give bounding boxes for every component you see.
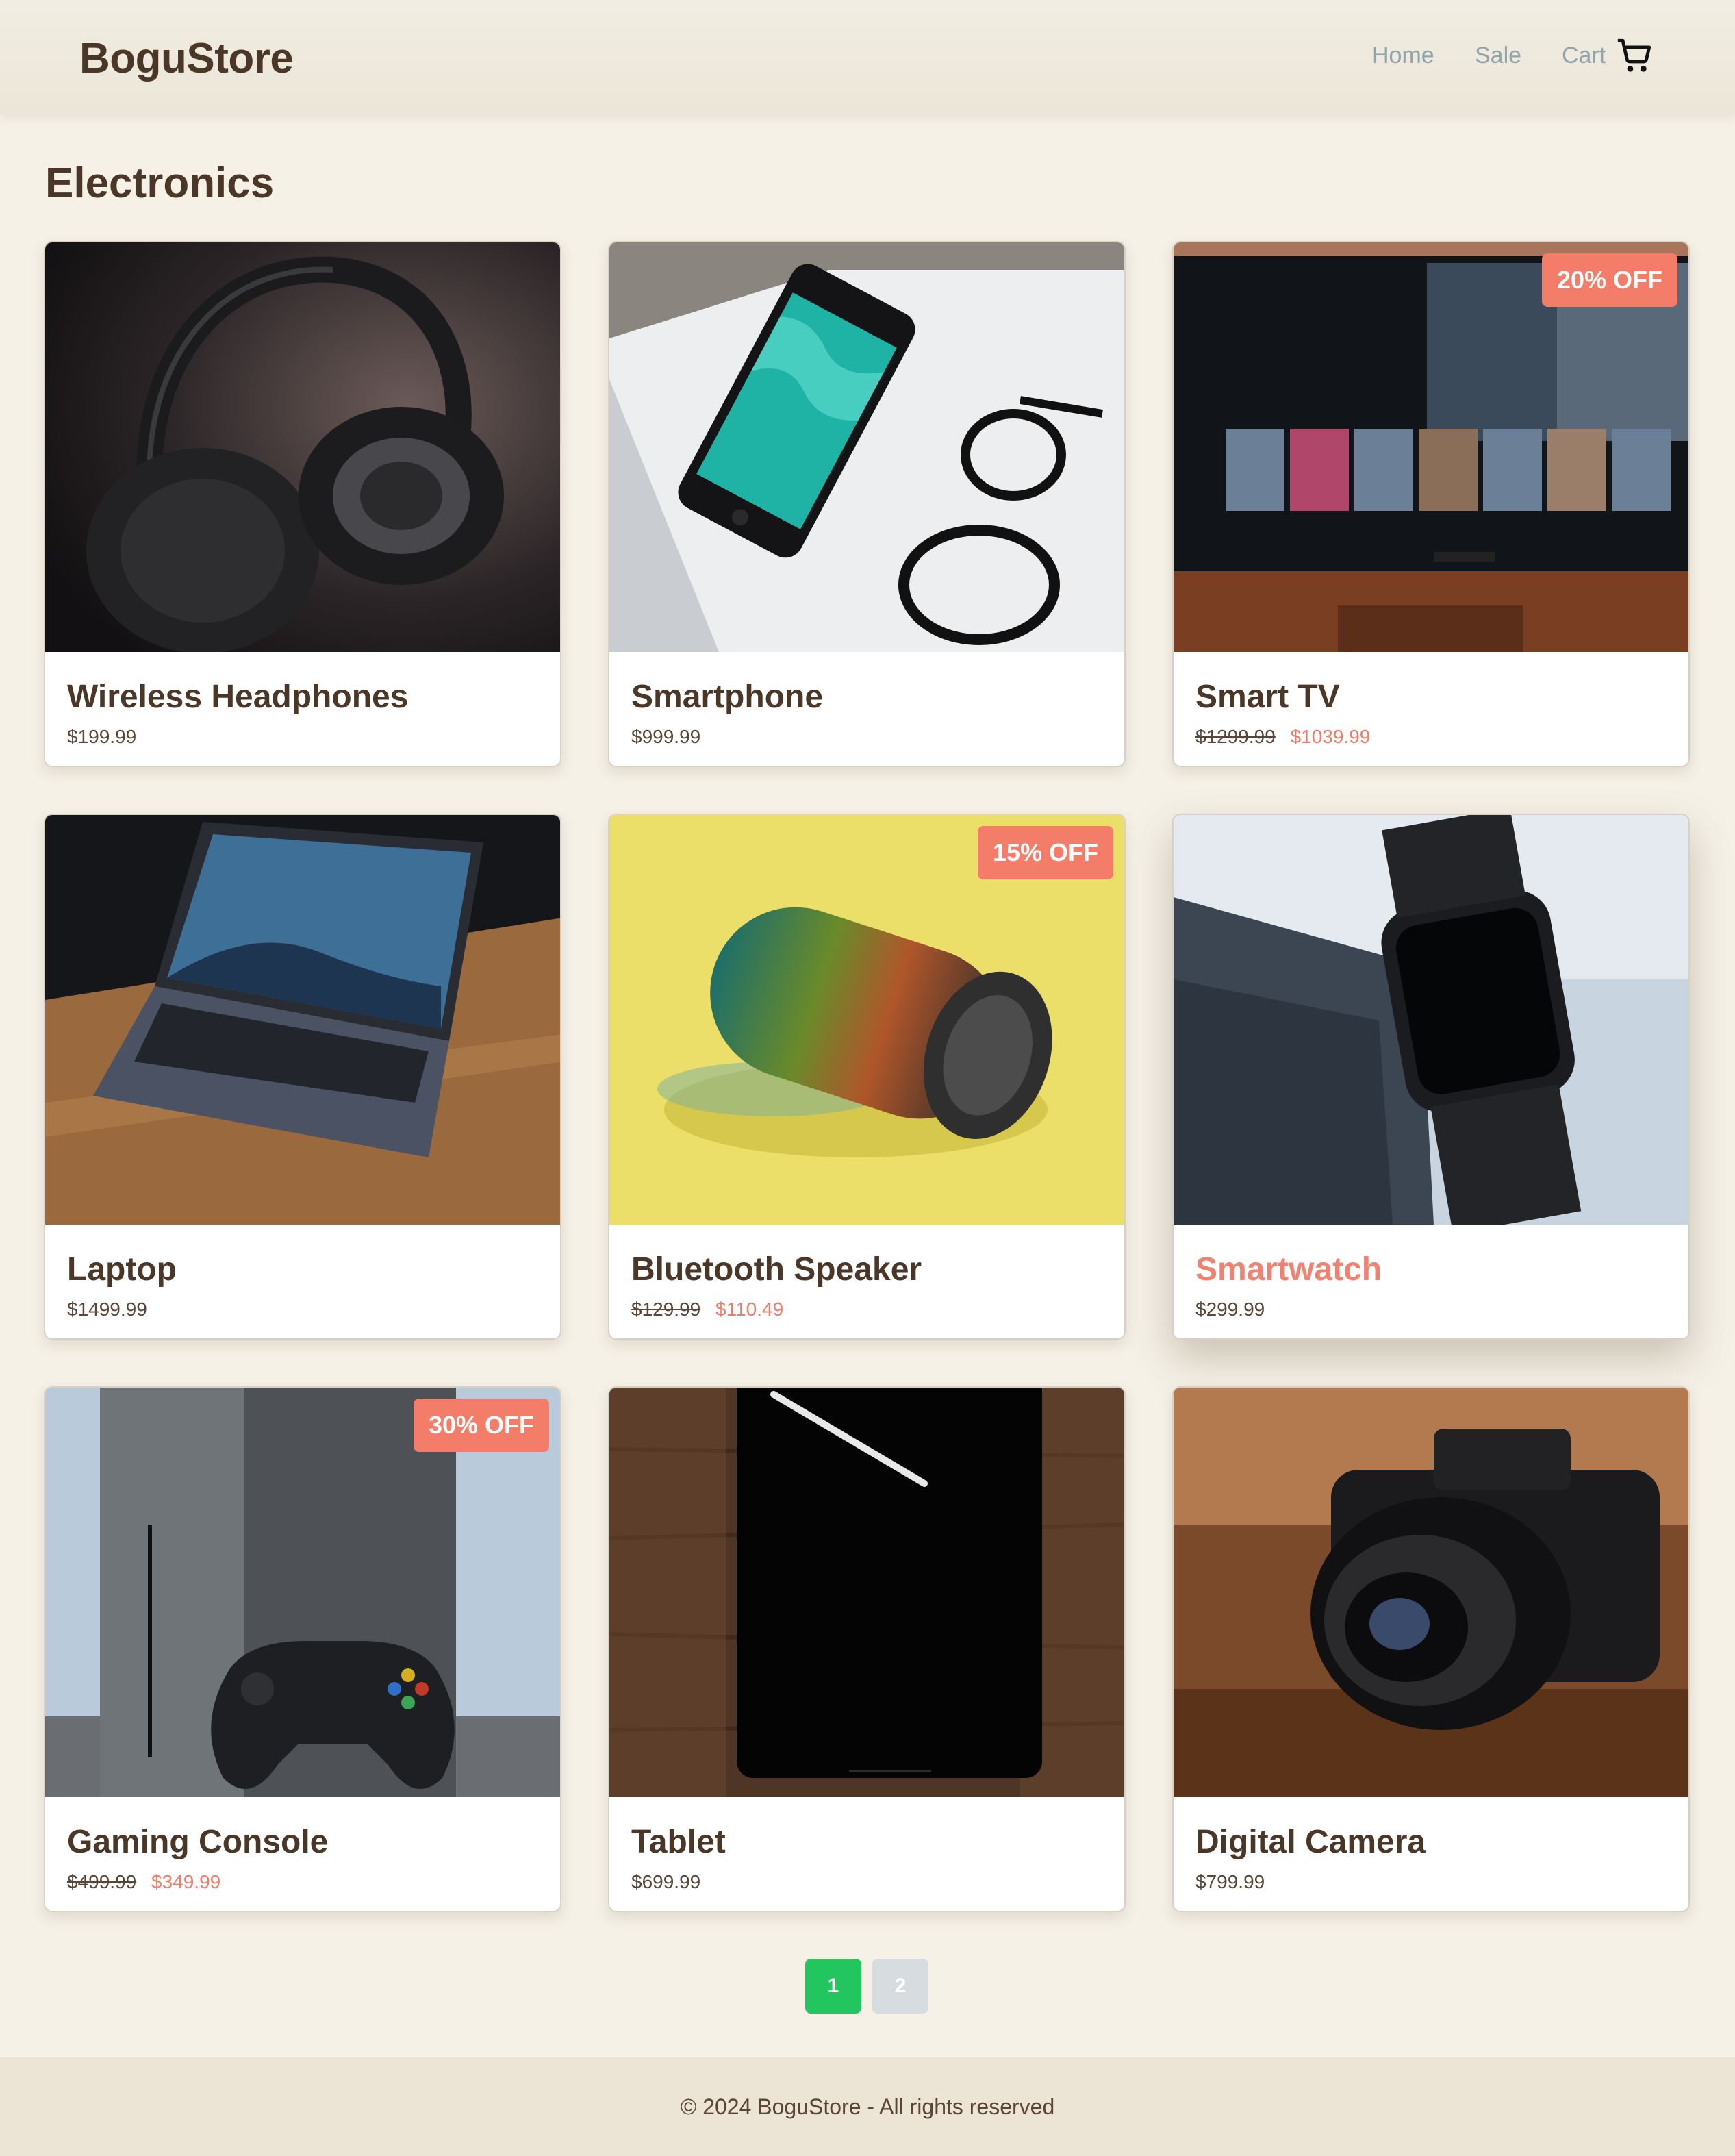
price-row: $699.99 [631,1871,700,1893]
price-row: $799.99 [1195,1871,1265,1893]
product-image-smartwatch[interactable] [1174,815,1688,1225]
product-card-digital-camera[interactable]: Digital Camera $799.99 [1172,1386,1690,1912]
page-title: Electronics [45,160,275,207]
price-row: $129.99 $110.49 [631,1299,783,1320]
price-row: $299.99 [1195,1299,1265,1320]
product-card-smartphone[interactable]: Smartphone $999.99 [608,241,1126,767]
price-row: $1499.99 [67,1299,147,1320]
original-price: $1299.99 [1195,726,1276,747]
original-price: $499.99 [67,1871,137,1892]
product-image-headphones[interactable] [45,242,560,652]
product-name[interactable]: Bluetooth Speaker [631,1251,922,1288]
logo[interactable]: BoguStore [79,34,294,83]
sale-price: $349.99 [151,1871,221,1892]
product-card-smart-tv[interactable]: 20% OFF Smart TV $1299.99 $1039.99 [1172,241,1690,767]
product-image-tablet[interactable] [609,1388,1124,1797]
pagination-page-1[interactable]: 1 [805,1959,861,2014]
sale-price: $1039.99 [1290,726,1371,747]
price-row: $1299.99 $1039.99 [1195,726,1370,748]
product-card-bluetooth-speaker[interactable]: 15% OFF Bluetooth Speaker $129.99 $110.4… [608,814,1126,1340]
nav-cart-link[interactable]: Cart [1562,42,1606,69]
pagination-page-2[interactable]: 2 [872,1959,928,2014]
product-card-smartwatch[interactable]: Smartwatch $299.99 [1172,814,1690,1340]
shopping-cart-icon[interactable] [1614,36,1654,75]
product-image-digital-camera[interactable] [1174,1388,1688,1797]
sale-price: $110.49 [715,1299,784,1320]
discount-badge: 15% OFF [977,826,1113,879]
product-price: $199.99 [67,726,137,747]
product-name[interactable]: Laptop [67,1251,177,1288]
price-row: $999.99 [631,726,700,748]
product-price: $299.99 [1195,1299,1265,1320]
product-name[interactable]: Gaming Console [67,1823,328,1861]
original-price: $129.99 [631,1299,701,1320]
nav-sale-link[interactable]: Sale [1475,42,1521,69]
product-name[interactable]: Smartwatch [1195,1251,1382,1288]
product-image-smartphone[interactable] [609,242,1124,652]
site-header: BoguStore Home Sale Cart [0,0,1735,115]
product-name[interactable]: Smart TV [1195,678,1340,716]
product-card-wireless-headphones[interactable]: Wireless Headphones $199.99 [44,241,561,767]
price-row: $499.99 $349.99 [67,1871,220,1893]
product-card-tablet[interactable]: Tablet $699.99 [608,1386,1126,1912]
product-price: $799.99 [1195,1871,1265,1892]
product-name[interactable]: Digital Camera [1195,1823,1426,1861]
site-footer: © 2024 BoguStore - All rights reserved [0,2057,1735,2156]
product-card-laptop[interactable]: Laptop $1499.99 [44,814,561,1340]
nav-home-link[interactable]: Home [1372,42,1434,69]
product-price: $699.99 [631,1871,701,1892]
discount-badge: 30% OFF [413,1399,549,1452]
product-image-laptop[interactable] [45,815,560,1225]
product-name[interactable]: Tablet [631,1823,726,1861]
product-name[interactable]: Wireless Headphones [67,678,408,716]
discount-badge: 20% OFF [1541,253,1677,307]
footer-copyright: © 2024 BoguStore - All rights reserved [680,2094,1055,2119]
product-name[interactable]: Smartphone [631,678,823,716]
product-price: $1499.99 [67,1299,147,1320]
product-card-gaming-console[interactable]: 30% OFF Gaming Console $499.99 $349.99 [44,1386,561,1912]
price-row: $199.99 [67,726,136,748]
product-price: $999.99 [631,726,701,747]
